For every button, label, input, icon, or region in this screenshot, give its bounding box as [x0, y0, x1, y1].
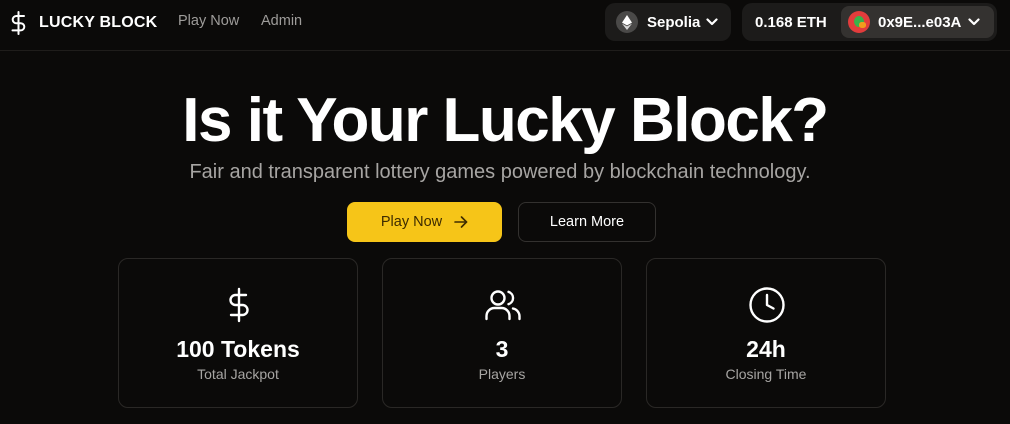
account-pill: 0.168 ETH 0x9E...e03A [742, 3, 997, 41]
chevron-down-icon [706, 18, 718, 26]
clock-icon [749, 287, 785, 323]
nav-link-admin[interactable]: Admin [261, 13, 302, 29]
network-selector-button[interactable]: Sepolia [605, 3, 731, 41]
top-navbar: LUCKY BLOCK Play Now Admin Sepolia 0.168… [0, 0, 1010, 51]
stat-card-jackpot: 100 Tokens Total Jackpot [118, 258, 358, 408]
wallet-avatar [848, 11, 870, 33]
hero-title: Is it Your Lucky Block? [182, 86, 829, 155]
ethereum-icon [616, 11, 638, 33]
brand-logo[interactable]: LUCKY BLOCK [10, 10, 157, 36]
play-now-label: Play Now [380, 214, 443, 230]
stat-value: 3 [495, 336, 509, 362]
stat-card-players: 3 Players [382, 258, 622, 408]
stat-label: Total Jackpot [197, 366, 279, 382]
learn-more-button[interactable]: Learn More [518, 202, 656, 242]
hero-subtitle: Fair and transparent lottery games power… [189, 161, 811, 183]
stat-card-closing-time: 24h Closing Time [646, 258, 886, 408]
eth-balance: 0.168 ETH [755, 13, 827, 31]
wallet-address: 0x9E...e03A [878, 13, 962, 31]
stat-value: 24h [746, 336, 786, 362]
play-now-button[interactable]: Play Now [347, 202, 502, 242]
arrow-right-icon [454, 216, 468, 228]
users-icon [485, 290, 521, 321]
dollar-icon [229, 287, 249, 323]
stat-label: Closing Time [725, 366, 807, 382]
stat-value: 100 Tokens [176, 336, 300, 362]
stat-label: Players [478, 366, 526, 382]
chevron-down-icon [968, 18, 981, 26]
nav-link-play-now[interactable]: Play Now [178, 13, 239, 29]
dollar-icon [11, 11, 26, 35]
account-address-button[interactable]: 0x9E...e03A [841, 6, 994, 38]
network-name: Sepolia [647, 13, 701, 31]
learn-more-label: Learn More [549, 214, 625, 230]
brand-name: LUCKY BLOCK [39, 14, 158, 31]
